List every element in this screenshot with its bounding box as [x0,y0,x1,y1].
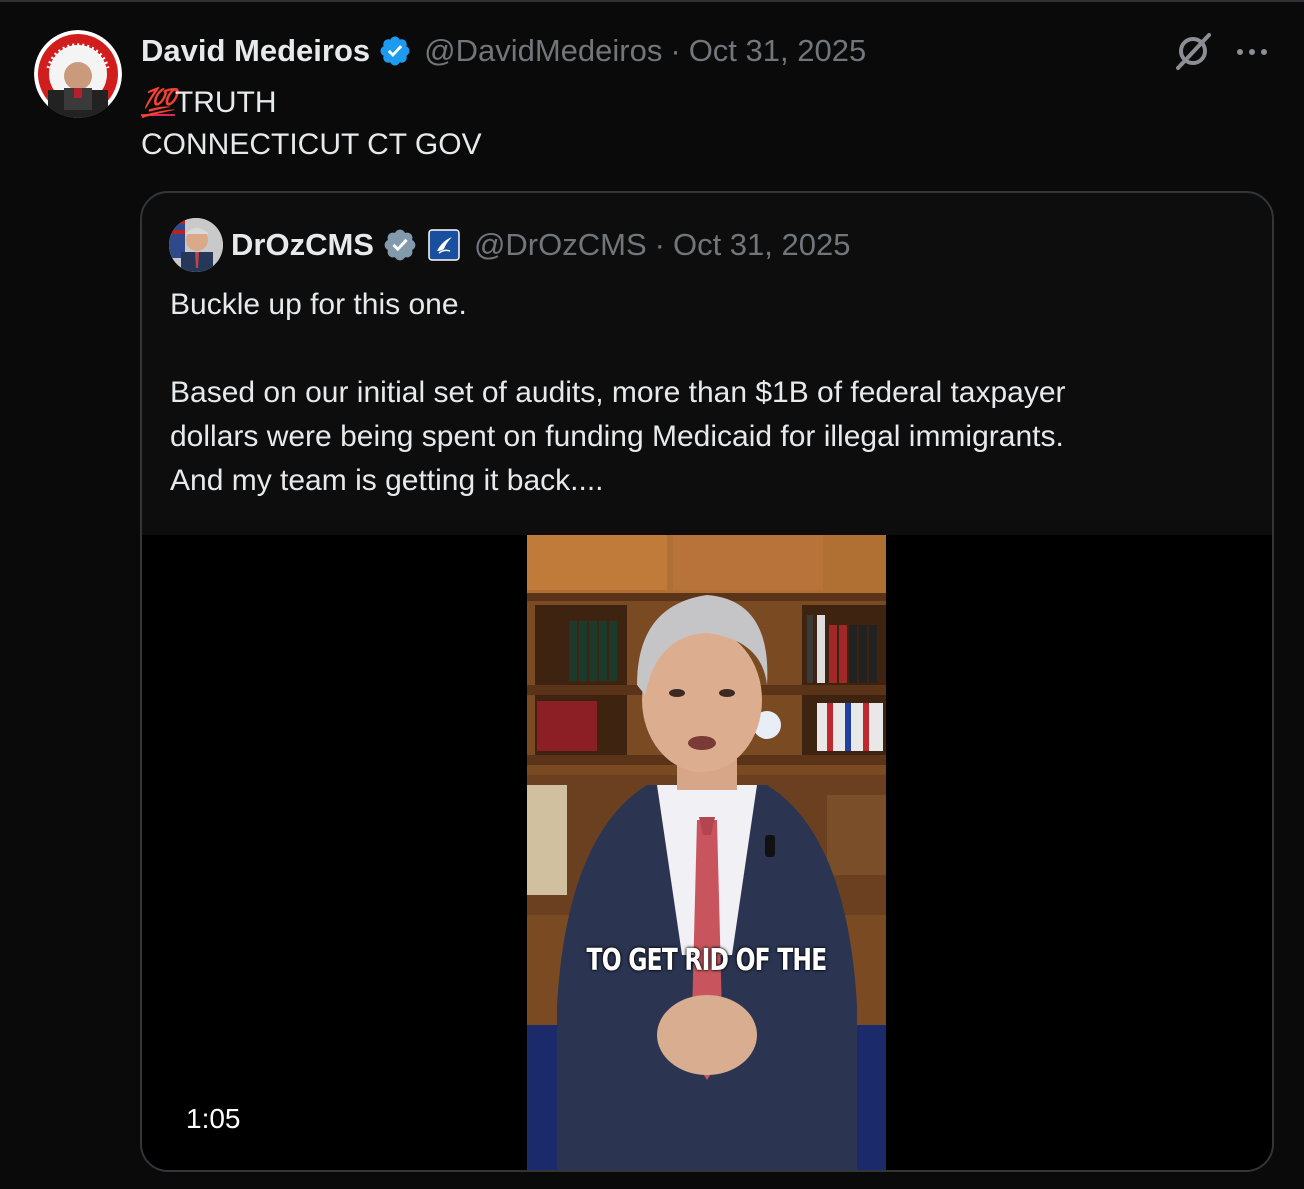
post-text-line-1: 💯TRUTH [141,82,482,124]
quoted-author-name[interactable]: DrOzCMS [231,227,374,263]
quoted-author-avatar[interactable] [169,218,223,272]
author-avatar[interactable] [34,30,122,118]
more-icon[interactable] [1232,36,1272,68]
quoted-text-line: Based on our initial set of audits, more… [170,376,1066,409]
video-duration: 1:05 [186,1103,241,1134]
post-text-line-2: CONNECTICUT CT GOV [141,128,482,161]
divider [0,0,1304,2]
quoted-text-line: dollars were being spent on funding Medi… [170,420,1064,453]
hundred-points-emoji: 💯 [141,87,176,118]
video-player[interactable]: TO GET RID OF THE 1:05 [142,535,1272,1170]
grok-icon[interactable] [1172,30,1214,72]
video-caption: TO GET RID OF THE [586,943,828,978]
government-affiliation-badge-icon[interactable] [428,229,460,261]
separator-dot: · [654,227,665,262]
quoted-post-header: DrOzCMS @DrOzCMS · Oct 31, 2025 [231,225,850,265]
gray-verified-badge-icon[interactable] [382,227,418,263]
quoted-post-date[interactable]: Oct 31, 2025 [673,227,851,263]
quoted-post-card[interactable]: DrOzCMS @DrOzCMS · Oct 31, 2025 Buckle u… [140,191,1274,1172]
author-handle[interactable]: @DavidMedeiros [424,33,662,69]
post-text: 💯TRUTH CONNECTICUT CT GOV [141,82,482,166]
quoted-avatar-image [169,218,223,272]
verified-badge-icon[interactable] [378,34,412,68]
post-page: David Medeiros @DavidMedeiros · Oct 31, … [0,0,1304,1189]
post-header: David Medeiros @DavidMedeiros · Oct 31, … [141,30,866,72]
quoted-post-text: Buckle up for this one. Based on our ini… [170,283,1250,503]
post-text-truth: TRUTH [174,86,277,119]
quoted-text-line: And my team is getting it back.... [170,464,604,497]
video-frame[interactable]: TO GET RID OF THE [527,535,886,1170]
avatar-image [34,30,122,118]
author-name[interactable]: David Medeiros [141,33,370,69]
quoted-text-paragraph-1: Buckle up for this one. [170,288,467,321]
quoted-author-handle[interactable]: @DrOzCMS [474,227,647,263]
post-date[interactable]: Oct 31, 2025 [689,33,867,69]
video-thumbnail [527,535,886,1170]
separator-dot: · [670,33,681,68]
